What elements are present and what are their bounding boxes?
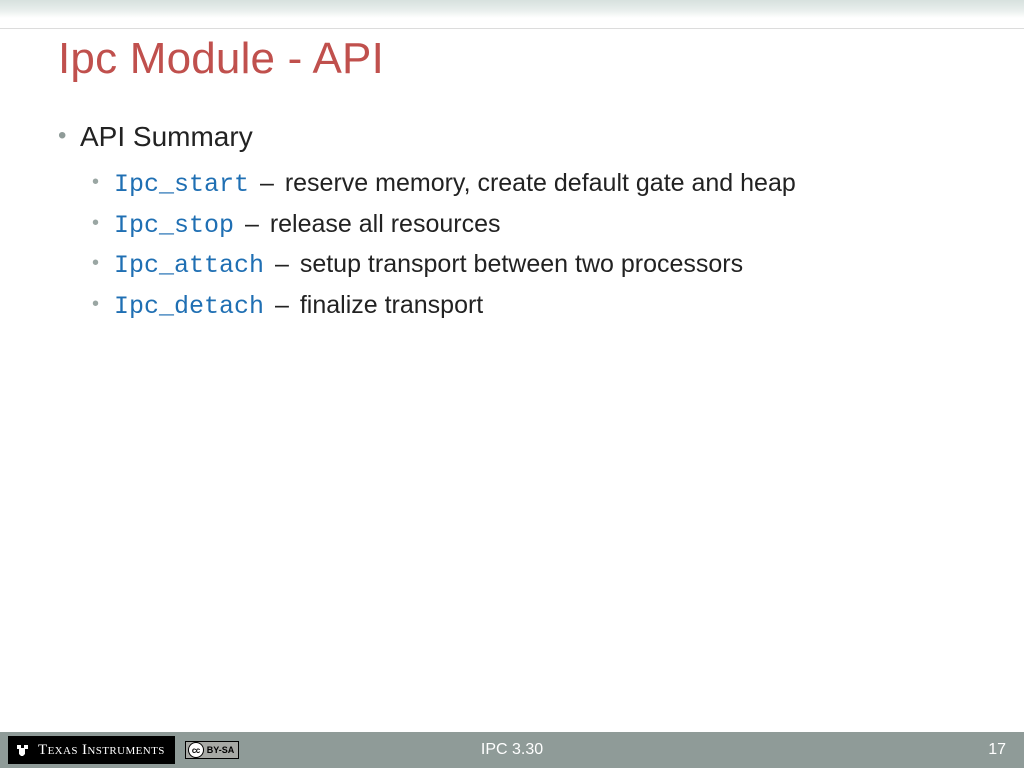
sub-bullet-list: Ipc_start – reserve memory, create defau… [92,164,958,327]
cc-license-badge: cc BY-SA [185,741,240,759]
footer-bar: Texas Instruments cc BY-SA IPC 3.30 17 [0,732,1024,768]
api-item: Ipc_attach – setup transport between two… [92,245,958,286]
cc-logo-text: cc [192,746,200,755]
bullet-level1-text: API Summary [80,121,253,152]
api-item: Ipc_detach – finalize transport [92,286,958,327]
api-name: Ipc_start [114,170,249,199]
api-item: Ipc_stop – release all resources [92,205,958,246]
api-desc: setup transport between two processors [300,250,743,278]
api-name: Ipc_detach [114,292,264,321]
cc-license-text: BY-SA [207,745,235,755]
vendor-name: Texas Instruments [38,742,165,759]
top-gradient-band [0,0,1024,18]
vendor-badge: Texas Instruments [8,736,175,764]
dash: – [264,291,300,319]
ti-logo-icon [14,741,32,759]
api-name: Ipc_attach [114,251,264,280]
api-desc: reserve memory, create default gate and … [285,169,796,197]
dash: – [234,210,270,238]
dash: – [249,169,285,197]
api-desc: release all resources [270,210,501,238]
content-area: API Summary Ipc_start – reserve memory, … [58,118,958,327]
footer-center-text: IPC 3.30 [481,741,543,759]
horizontal-rule [0,28,1024,29]
api-item: Ipc_start – reserve memory, create defau… [92,164,958,205]
dash: – [264,250,300,278]
slide-title: Ipc Module - API [58,34,384,84]
cc-logo-icon: cc [188,742,204,758]
page-number: 17 [988,741,1006,759]
api-name: Ipc_stop [114,211,234,240]
slide: Ipc Module - API API Summary Ipc_start –… [0,0,1024,768]
bullet-level1: API Summary [58,118,958,156]
api-desc: finalize transport [300,291,483,319]
